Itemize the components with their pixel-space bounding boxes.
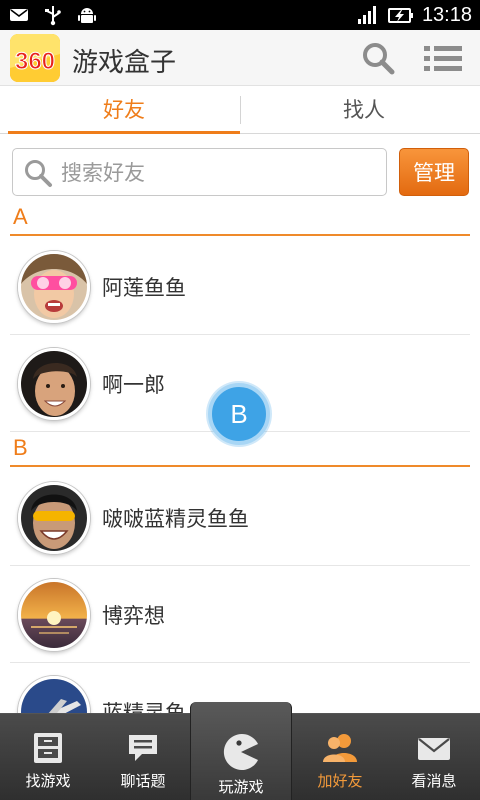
cabinet-icon [34,733,62,763]
search-field-icon [25,160,52,187]
mail-icon [10,9,28,21]
chat-bubble-icon [129,735,157,761]
section-header-a: A [10,202,470,236]
nav-label: 加好友 [317,772,363,790]
pacman-icon [223,734,258,770]
app-header: 360 游戏盒子 [0,30,480,86]
friend-name: 啊一郎 [102,373,165,397]
tab-friends[interactable]: 好友 [8,86,240,134]
android-icon [78,8,96,23]
nav-play-games[interactable]: 玩游戏 [190,702,292,800]
envelope-icon [418,738,450,760]
friend-row[interactable]: 啵啵蓝精灵鱼鱼 [10,469,470,566]
add-friends-icon [323,734,357,762]
bottom-nav: 找游戏 聊话题 玩游戏 加好友 看消息 [0,702,480,800]
tab-divider [240,96,241,124]
nav-label: 聊话题 [120,772,166,790]
svg-text:360: 360 [15,48,55,75]
avatar [18,251,90,323]
friend-row[interactable]: 博弈想 [10,566,470,663]
friend-name: 博弈想 [102,604,165,628]
avatar [18,579,90,651]
nav-add-friends[interactable]: 加好友 [292,714,388,800]
nav-messages[interactable]: 看消息 [388,714,480,800]
alphabet-index-bubble: B [208,383,270,445]
avatar [18,482,90,554]
nav-label: 玩游戏 [218,778,264,796]
nav-label: 找游戏 [25,772,71,790]
logo-360-icon: 360 [10,34,60,82]
battery-charging-icon [387,8,413,23]
nav-find-games[interactable]: 找游戏 [0,714,96,800]
search-box [12,148,387,196]
tab-bar: 好友 找人 [0,86,480,134]
usb-icon [45,6,61,26]
nav-chat-topics[interactable]: 聊话题 [96,714,190,800]
friend-name: 啵啵蓝精灵鱼鱼 [102,507,249,531]
app-logo[interactable]: 360 [10,34,60,82]
signal-icon [357,6,376,24]
status-bar: 13:18 [0,0,480,30]
friend-row[interactable]: 阿莲鱼鱼 [10,238,470,335]
manage-button[interactable]: 管理 [399,148,469,196]
search-icon[interactable] [360,40,396,76]
nav-label: 看消息 [411,772,457,790]
avatar [18,348,90,420]
list-menu-icon[interactable] [422,40,464,76]
search-input[interactable] [61,155,377,191]
friend-name: 阿莲鱼鱼 [102,276,186,300]
app-title: 游戏盒子 [72,48,177,78]
tab-find-people[interactable]: 找人 [248,86,480,134]
status-time: 13:18 [421,3,472,26]
